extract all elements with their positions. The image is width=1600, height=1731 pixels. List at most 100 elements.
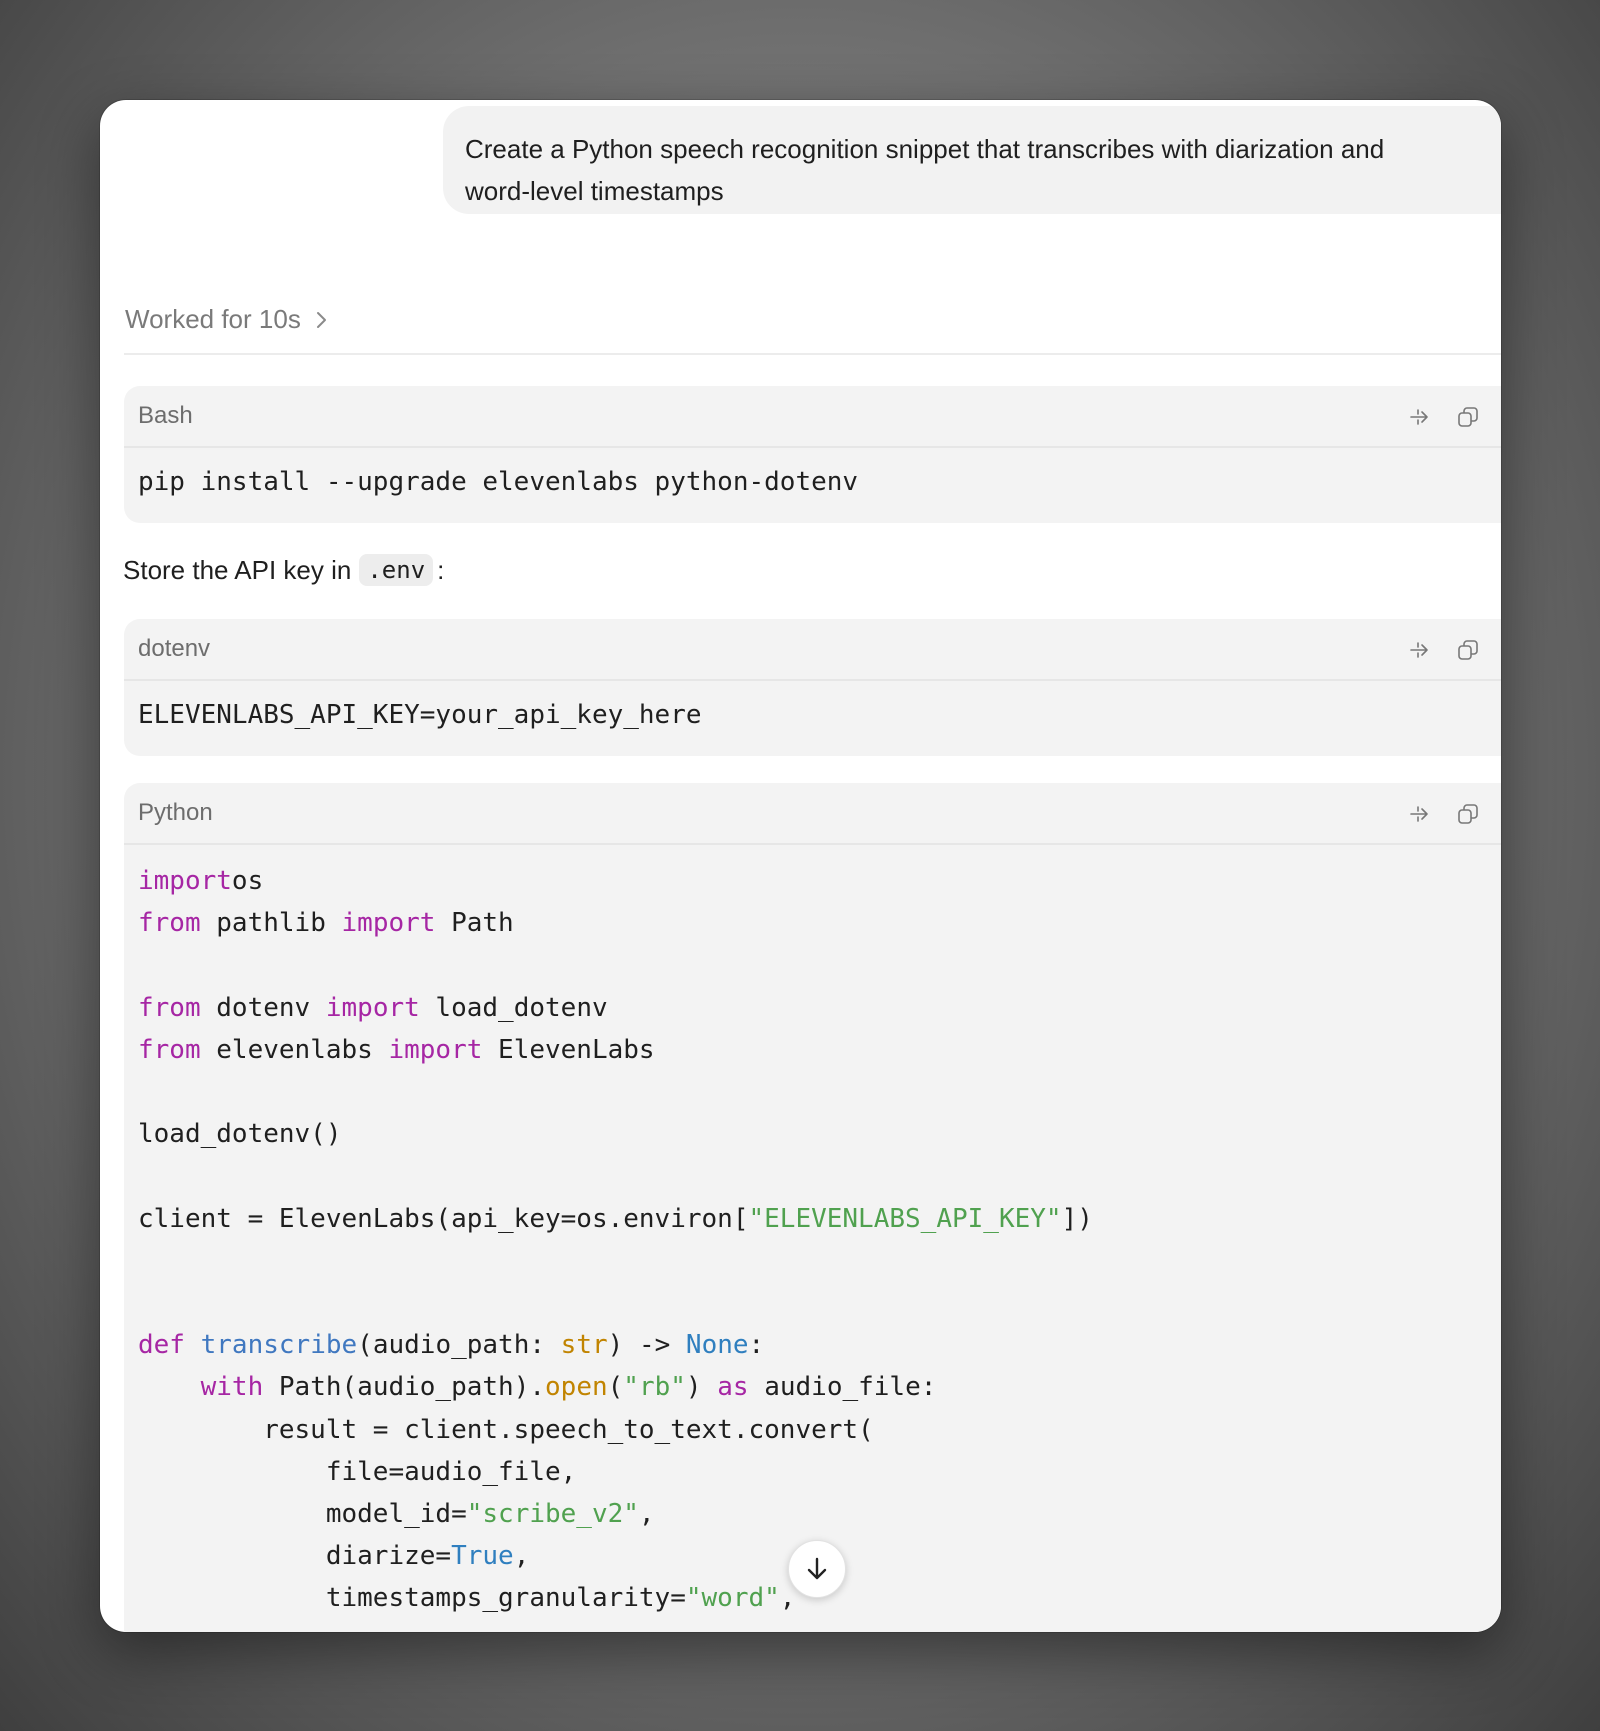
code-token: , <box>513 1541 530 1572</box>
prose-line: Store the API key in .env : <box>123 554 444 586</box>
code-line: load_dotenv() <box>138 1113 1487 1155</box>
code-block-actions <box>1407 783 1481 845</box>
code-token: client = ElevenLabs(api_key=os.environ[ <box>138 1203 749 1234</box>
bash-code-block: Bash pip install --upgrade elevenlabs py… <box>124 386 1501 523</box>
code-token: import <box>138 866 232 896</box>
insert-arrow-icon <box>1410 806 1428 822</box>
code-token: file=audio_file, <box>138 1456 577 1487</box>
insert-button[interactable] <box>1407 404 1433 430</box>
prose-text: Store the API key in <box>123 554 352 585</box>
code-token: from <box>138 908 201 939</box>
dotenv-code: ELEVENLABS_API_KEY=your_api_key_here <box>138 700 702 730</box>
code-line: with Path(audio_path).open("rb") as audi… <box>138 1366 1487 1408</box>
code-token: , <box>779 1583 796 1614</box>
copy-icon <box>1458 640 1478 660</box>
code-block-actions <box>1407 619 1481 681</box>
insert-button[interactable] <box>1407 801 1433 827</box>
copy-button[interactable] <box>1455 801 1481 827</box>
code-token: None <box>685 1330 749 1361</box>
code-token: model_id= <box>138 1499 467 1530</box>
code-token: os <box>231 866 264 896</box>
prose-colon: : <box>437 554 445 585</box>
divider <box>124 353 1501 355</box>
code-token: from <box>138 1034 201 1065</box>
code-token: ]) <box>1061 1203 1093 1234</box>
code-block-header: dotenv <box>124 619 1501 681</box>
code-token: import <box>388 1034 483 1065</box>
code-line: model_id="scribe_v2", <box>138 1493 1487 1535</box>
code-line: from elevenlabs import ElevenLabs <box>138 1029 1487 1071</box>
insert-button[interactable] <box>1407 637 1433 663</box>
code-token: diarize= <box>138 1541 452 1572</box>
code-token: str <box>560 1330 608 1361</box>
code-token: Path(audio_path). <box>263 1372 546 1403</box>
chevron-right-icon <box>316 311 326 328</box>
insert-arrow-icon <box>1410 409 1428 425</box>
code-token: pathlib <box>200 908 342 939</box>
code-block-header: Bash <box>124 386 1501 448</box>
code-token: dotenv <box>200 992 326 1023</box>
code-token: audio_file: <box>748 1372 937 1403</box>
code-token: ) <box>685 1372 718 1403</box>
user-message-bubble: Create a Python speech recognition snipp… <box>443 106 1501 214</box>
code-token: "ELEVENLABS_API_KEY" <box>748 1203 1062 1234</box>
copy-button[interactable] <box>1455 404 1481 430</box>
code-line: from pathlib import Path <box>138 902 1487 944</box>
code-language-label: Python <box>138 799 213 826</box>
copy-button[interactable] <box>1455 637 1481 663</box>
code-token: timestamps_granularity= <box>138 1583 686 1614</box>
code-token: "scribe_v2" <box>466 1499 639 1530</box>
code-token: , <box>638 1499 655 1530</box>
code-line: file=audio_file, <box>138 1451 1487 1493</box>
code-token: ElevenLabs <box>482 1034 655 1065</box>
worked-for-toggle[interactable]: Worked for 10s <box>125 304 329 335</box>
code-token: open <box>545 1372 608 1403</box>
code-token: load_dotenv <box>419 992 608 1023</box>
user-message-line-1: Create a Python speech recognition snipp… <box>465 134 1385 164</box>
code-line: client = ElevenLabs(api_key=os.environ["… <box>138 1198 1487 1240</box>
code-line: from dotenv import load_dotenv <box>138 987 1487 1029</box>
code-token: result = client.speech_to_text.convert( <box>138 1414 874 1445</box>
code-token: True <box>451 1541 514 1572</box>
code-block-header: Python <box>124 783 1501 845</box>
code-token: import <box>341 908 436 939</box>
python-code: importos from pathlib import Path from do… <box>124 845 1501 1620</box>
code-line: result = client.speech_to_text.convert( <box>138 1409 1487 1451</box>
python-code-block: Python importos from pathlib import Path … <box>124 783 1501 1632</box>
dotenv-code-block: dotenv ELEVENLABS_API_KEY=your_api_key_h… <box>124 619 1501 756</box>
code-line: importos <box>138 860 1487 902</box>
bash-code: pip install --upgrade elevenlabs python-… <box>138 467 859 497</box>
code-token: ( <box>607 1372 624 1403</box>
code-token: (audio_path: <box>357 1330 561 1361</box>
code-token: "word" <box>685 1583 780 1614</box>
user-message-line-2: word-level timestamps <box>465 176 724 206</box>
code-token: "rb" <box>623 1372 686 1403</box>
chat-window: Create a Python speech recognition snipp… <box>100 100 1501 1632</box>
code-token: elevenlabs <box>200 1034 389 1065</box>
copy-icon <box>1458 804 1478 824</box>
arrow-down-icon <box>807 1557 827 1580</box>
copy-icon <box>1458 407 1478 427</box>
code-block-actions <box>1407 386 1481 448</box>
code-language-label: Bash <box>138 402 193 429</box>
code-language-label: dotenv <box>138 635 211 662</box>
worked-for-label: Worked for 10s <box>125 304 301 334</box>
code-token: def <box>138 1330 185 1361</box>
code-token: ) -> <box>607 1330 686 1361</box>
inline-code: .env <box>359 554 434 586</box>
code-token: from <box>138 992 201 1023</box>
code-token: : <box>748 1330 765 1361</box>
insert-arrow-icon <box>1410 642 1428 658</box>
code-token: Path <box>435 908 514 939</box>
scroll-to-bottom-button[interactable] <box>788 1540 846 1598</box>
code-token: with <box>200 1372 264 1403</box>
code-line: def transcribe(audio_path: str) -> None: <box>138 1324 1487 1366</box>
code-token: transcribe <box>200 1330 358 1361</box>
